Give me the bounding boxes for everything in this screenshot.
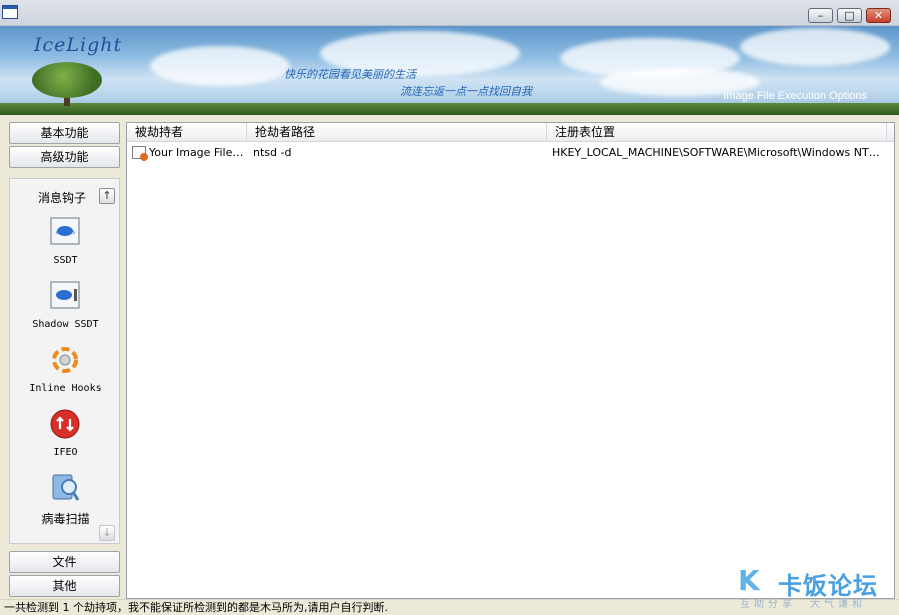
- scroll-down-button[interactable]: ↓: [99, 525, 115, 541]
- slogan-line2: 流连忘返一点一点找回自我: [400, 85, 532, 98]
- tool-ifeo[interactable]: IFEO: [10, 409, 119, 463]
- table-row[interactable]: Your Image File N... ntsd -d HKEY_LOCAL_…: [127, 143, 894, 162]
- svg-text:›: ›: [72, 228, 76, 238]
- slogan-line1: 快乐的花园看见美丽的生活: [284, 68, 416, 81]
- hijack-list[interactable]: 被劫持者 抢劫者路径 注册表位置 Your Image File N... nt…: [126, 122, 895, 599]
- grass-strip: [0, 103, 899, 115]
- arrow-up-icon: ↑: [102, 189, 112, 202]
- tool-inline-hooks[interactable]: Inline Hooks: [10, 345, 119, 399]
- watermark-subtitle: 互助分享 大气谦和: [740, 599, 866, 610]
- title-bar: – □ ✕: [0, 0, 899, 26]
- tool-scroll-panel[interactable]: 消息钩子 ↑ ‹ › SSDT Shadow SSDT Inline Hooks…: [9, 178, 120, 544]
- tool-label: IFEO: [53, 447, 78, 458]
- tool-label: Inline Hooks: [29, 383, 102, 394]
- cell-registry: HKEY_LOCAL_MACHINE\SOFTWARE\Microsoft\Wi…: [552, 146, 882, 159]
- tool-label: Shadow SSDT: [32, 319, 99, 330]
- advanced-functions-button[interactable]: 高级功能: [9, 146, 120, 168]
- forum-watermark: K 卡饭论坛 互助分享 大气谦和: [738, 562, 898, 614]
- image-file-icon: [132, 146, 148, 161]
- basic-functions-button[interactable]: 基本功能: [9, 122, 120, 144]
- column-header-registry[interactable]: 注册表位置: [547, 123, 887, 142]
- minimize-icon: –: [817, 9, 824, 22]
- virus-scan-icon: [52, 474, 80, 501]
- cell-target: Your Image File N...: [149, 146, 245, 159]
- close-icon: ✕: [873, 9, 884, 22]
- section-caption: Image File Execution Options: [723, 90, 867, 102]
- scroll-up-button[interactable]: ↑: [99, 188, 115, 204]
- tool-shadow-ssdt[interactable]: Shadow SSDT: [10, 281, 119, 335]
- cell-hijacker-path: ntsd -d: [253, 146, 292, 159]
- close-button[interactable]: ✕: [866, 8, 891, 23]
- other-button[interactable]: 其他: [9, 575, 120, 597]
- minimize-button[interactable]: –: [808, 8, 833, 23]
- column-header-hijacker-path[interactable]: 抢劫者路径: [247, 123, 547, 142]
- app-logo: IceLight: [34, 34, 123, 56]
- arrow-down-icon: ↓: [102, 526, 112, 539]
- column-header-target[interactable]: 被劫持者: [127, 123, 247, 142]
- svg-text:‹: ‹: [55, 228, 59, 238]
- file-button[interactable]: 文件: [9, 551, 120, 573]
- ssdt-icon: ‹ ›: [50, 217, 80, 245]
- header-banner: IceLight 快乐的花园看见美丽的生活 流连忘返一点一点找回自我 Image…: [0, 26, 899, 115]
- tool-virus-scan[interactable]: 病毒扫描: [10, 473, 119, 527]
- maximize-button[interactable]: □: [837, 8, 862, 23]
- shadow-ssdt-icon: [50, 281, 80, 309]
- watermark-logo-icon: K: [738, 564, 760, 597]
- cloud-decoration: [740, 28, 890, 66]
- tool-label: SSDT: [53, 255, 78, 266]
- tool-ssdt[interactable]: ‹ › SSDT: [10, 217, 119, 271]
- sidebar: 基本功能 高级功能 消息钩子 ↑ ‹ › SSDT Shadow SSDT In…: [7, 122, 122, 599]
- cloud-decoration: [150, 46, 290, 86]
- app-window-icon[interactable]: [2, 5, 18, 19]
- maximize-icon: □: [844, 9, 855, 22]
- category-title: 消息钩子: [38, 191, 87, 205]
- ifeo-icon: [50, 409, 80, 439]
- inline-hooks-icon: [52, 347, 78, 373]
- tree-icon: [32, 62, 102, 98]
- status-text: 一共检测到 1 个劫持项，我不能保证所检测到的都是木马所为,请用户自行判断.: [4, 601, 388, 614]
- list-header: 被劫持者 抢劫者路径 注册表位置: [127, 123, 894, 142]
